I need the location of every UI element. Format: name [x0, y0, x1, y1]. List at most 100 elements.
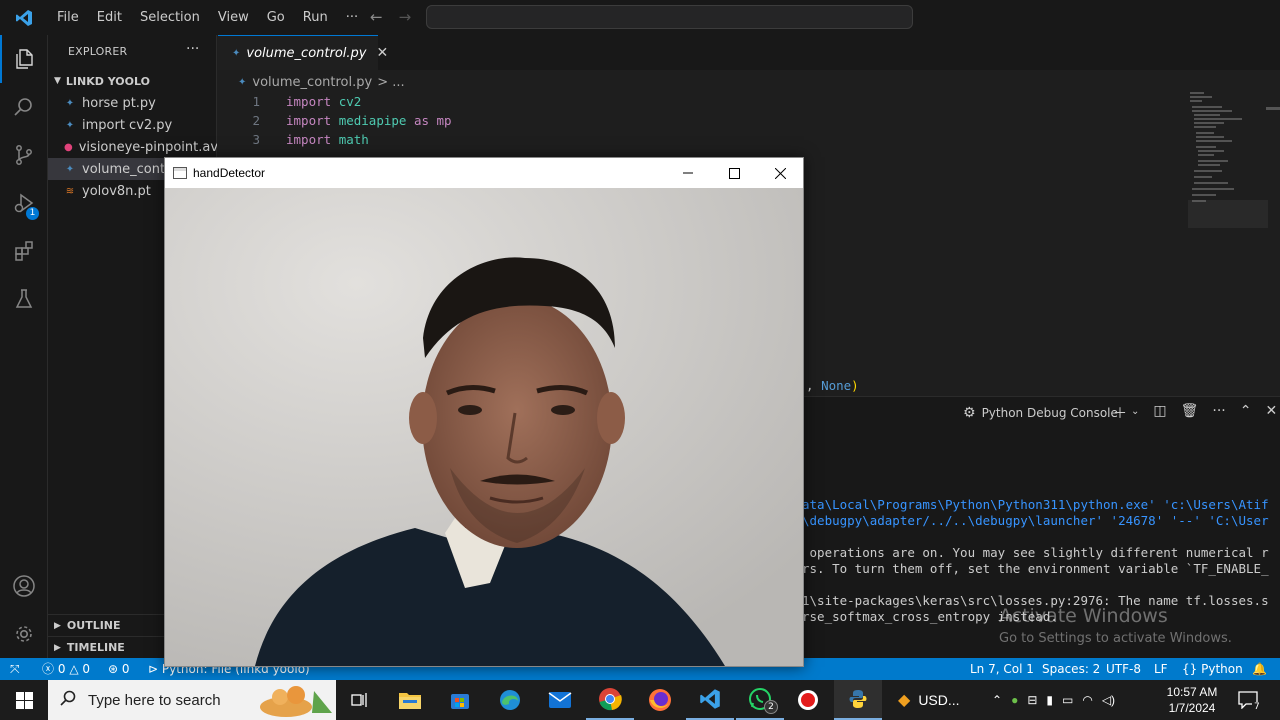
chrome-icon[interactable] — [586, 680, 634, 720]
scrollbar-marker — [1266, 107, 1280, 110]
folder-header[interactable]: ▼ LINKD YOOLO — [48, 70, 217, 92]
breadcrumb-rest[interactable]: > ... — [377, 75, 404, 90]
show-hidden-icons-icon[interactable]: ⌃ — [992, 693, 1002, 707]
battery-icon[interactable]: ▭ — [1062, 693, 1073, 707]
python-file-icon: ✦ — [65, 119, 75, 131]
mail-icon[interactable] — [536, 680, 584, 720]
cursor-position[interactable]: Ln 7, Col 1 — [970, 658, 1034, 680]
menu-view[interactable]: View — [209, 0, 258, 35]
tray-app-icon[interactable]: ● — [1011, 693, 1018, 707]
command-center-search[interactable] — [426, 5, 913, 29]
file-explorer-icon[interactable] — [386, 680, 434, 720]
hand-detector-title: handDetector — [193, 166, 266, 180]
manage-gear-icon[interactable] — [0, 610, 48, 658]
remote-icon[interactable]: ⤧ — [10, 658, 20, 680]
menu-run[interactable]: Run — [294, 0, 337, 35]
tab-volume-control[interactable]: ✦ volume_control.py ✕ — [218, 35, 388, 70]
menu-go[interactable]: Go — [258, 0, 294, 35]
split-terminal-icon[interactable]: ◫ — [1153, 403, 1166, 423]
video-file-icon: ● — [64, 141, 73, 153]
activate-windows-watermark: Activate Windows Go to Settings to activ… — [999, 605, 1232, 646]
volume-icon[interactable]: ◁) — [1102, 693, 1115, 707]
firefox-icon[interactable] — [636, 680, 684, 720]
microphone-icon[interactable]: ▮ — [1046, 693, 1053, 707]
file-visioneye-avi[interactable]: ● visioneye-pinpoint.avi — [48, 136, 217, 158]
python-file-icon: ✦ — [232, 47, 241, 59]
task-view-icon[interactable] — [336, 680, 384, 720]
menu-edit[interactable]: Edit — [88, 0, 131, 35]
forward-arrow-icon[interactable]: → — [399, 8, 412, 26]
code-line: 2 import mediapipe as mp — [218, 111, 1178, 130]
keyword: import — [286, 94, 332, 109]
clock-time: 10:57 AM — [1166, 685, 1218, 699]
encoding[interactable]: UTF-8 — [1106, 658, 1141, 680]
vscode-logo-icon — [0, 0, 48, 35]
maximize-icon[interactable] — [711, 158, 757, 188]
run-debug-icon[interactable]: 1 — [0, 179, 48, 227]
notifications-bell-icon[interactable]: 🔔 — [1252, 658, 1267, 680]
indentation[interactable]: Spaces: 2 — [1042, 658, 1100, 680]
python-taskbar-icon[interactable] — [834, 680, 882, 720]
chevron-down-icon: ▼ — [54, 76, 61, 86]
module-name: mediapipe — [338, 113, 407, 128]
problems-indicator[interactable]: ⓧ 0 △ 0 — [42, 658, 90, 680]
extensions-icon[interactable] — [0, 227, 48, 275]
code-paren: ) — [851, 378, 859, 393]
wifi-icon[interactable]: ◠ — [1082, 693, 1092, 707]
microsoft-store-icon[interactable] — [436, 680, 484, 720]
whatsapp-icon[interactable]: 2 — [736, 680, 784, 720]
system-clock[interactable]: 10:57 AM 1/7/2024 — [1160, 684, 1224, 716]
menu-selection[interactable]: Selection — [131, 0, 209, 35]
testing-icon[interactable] — [0, 275, 48, 323]
back-arrow-icon[interactable]: ← — [370, 8, 383, 26]
edge-browser-icon[interactable] — [486, 680, 534, 720]
windows-start-icon[interactable] — [0, 680, 48, 720]
hand-detector-titlebar[interactable]: handDetector — [165, 158, 803, 188]
tray-network-app-icon[interactable]: ⊟ — [1027, 693, 1037, 707]
close-panel-icon[interactable]: ✕ — [1266, 403, 1278, 423]
breadcrumb: ✦ volume_control.py > ... — [238, 72, 405, 92]
minimize-icon[interactable] — [665, 158, 711, 188]
end-of-line[interactable]: LF — [1154, 658, 1168, 680]
taskbar-search-box[interactable]: Type here to search — [48, 680, 336, 720]
menu-file[interactable]: File — [48, 0, 88, 35]
code-editor[interactable]: 1 import cv2 2 import mediapipe as mp 3 … — [218, 92, 1178, 149]
sidebar-more-icon[interactable]: ··· — [186, 41, 199, 57]
file-label: visioneye-pinpoint.avi — [78, 139, 217, 155]
explorer-icon[interactable] — [0, 35, 48, 83]
notification-center-icon[interactable]: 7 — [1228, 680, 1268, 720]
breadcrumb-file[interactable]: volume_control.py — [252, 75, 372, 90]
activity-bar: 1 — [0, 35, 48, 658]
python-file-icon: ✦ — [65, 97, 75, 109]
minimap[interactable] — [1188, 90, 1258, 210]
close-icon[interactable]: ✕ — [376, 45, 388, 61]
chevron-down-icon[interactable]: ⌄ — [1131, 403, 1139, 423]
currency-widget[interactable]: ◆ USD... — [898, 680, 960, 720]
vscode-taskbar-icon[interactable] — [686, 680, 734, 720]
sidebar-title: EXPLORER — [68, 45, 128, 58]
file-import-cv2[interactable]: ✦ import cv2.py — [48, 114, 217, 136]
trash-icon[interactable]: 🗑 — [1181, 403, 1199, 423]
more-actions-icon[interactable]: ··· — [1212, 403, 1225, 423]
ports-indicator[interactable]: ⊛ 0 — [108, 658, 130, 680]
title-bar: File Edit Selection View Go Run ··· ← → — [0, 0, 1280, 35]
accounts-icon[interactable] — [0, 562, 48, 610]
line-number: 3 — [252, 132, 260, 147]
line-number: 2 — [252, 113, 260, 128]
search-icon — [60, 690, 76, 710]
maximize-panel-icon[interactable]: ⌃ — [1240, 403, 1252, 423]
search-icon[interactable] — [0, 83, 48, 131]
language-mode[interactable]: {} Python — [1182, 658, 1243, 680]
close-icon[interactable] — [757, 158, 803, 188]
source-control-icon[interactable] — [0, 131, 48, 179]
screen-recorder-icon[interactable] — [784, 680, 832, 720]
module-name: math — [338, 132, 369, 147]
terminal-selector[interactable]: ⚙ Python Debug Console — [963, 405, 1118, 421]
currency-icon: ◆ — [898, 692, 911, 709]
file-horse-pt[interactable]: ✦ horse pt.py — [48, 92, 217, 114]
system-tray: ⌃ ● ⊟ ▮ ▭ ◠ ◁) — [992, 680, 1115, 720]
menu-more[interactable]: ··· — [337, 0, 367, 35]
error-icon: ⓧ — [42, 662, 55, 676]
new-terminal-icon[interactable]: ＋ — [1113, 403, 1127, 423]
minimap-slider[interactable] — [1188, 200, 1268, 228]
